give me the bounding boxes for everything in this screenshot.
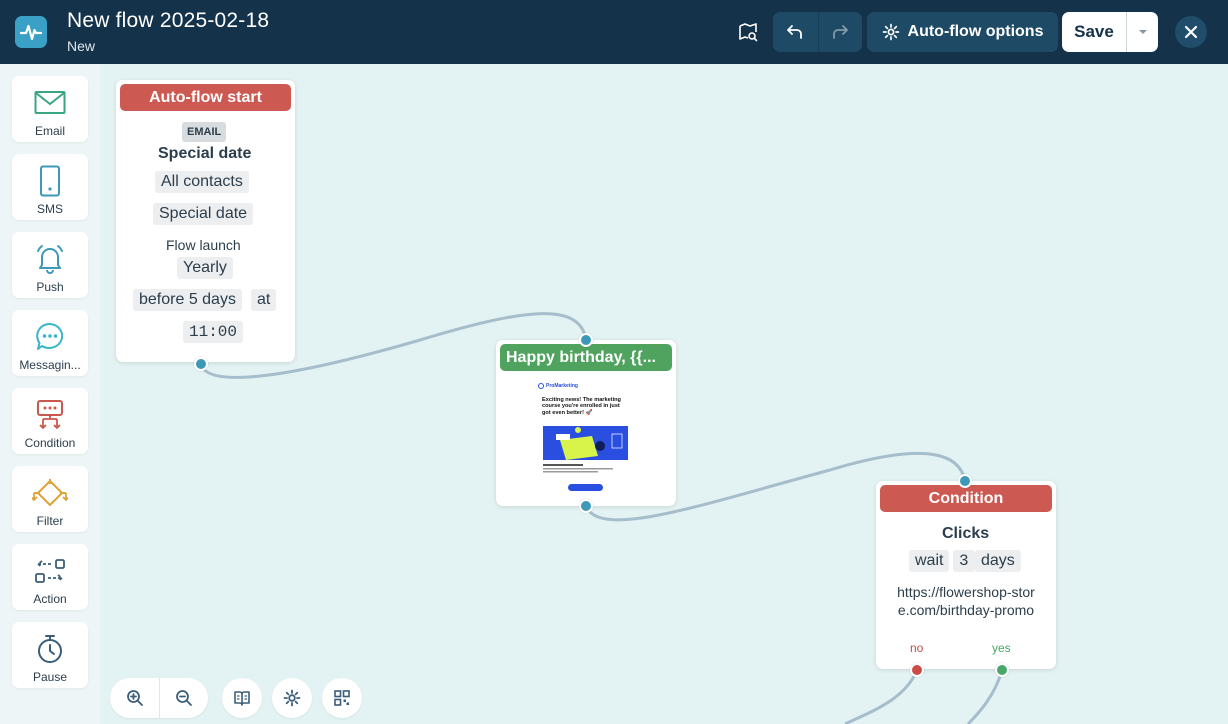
zoom-out-button[interactable] bbox=[159, 678, 208, 718]
palette-action[interactable]: Action bbox=[12, 544, 88, 610]
flow-status: New bbox=[67, 38, 96, 54]
condition-node-header: Condition bbox=[880, 485, 1052, 512]
envelope-icon bbox=[34, 91, 66, 114]
condition-yes-port[interactable] bbox=[995, 663, 1009, 677]
no-branch-label: no bbox=[910, 641, 924, 655]
flow-launch-label: Flow launch bbox=[166, 237, 241, 253]
close-icon bbox=[1184, 25, 1198, 39]
help-guide-button[interactable] bbox=[222, 678, 262, 718]
preview-illustration bbox=[543, 426, 628, 491]
action-icon bbox=[35, 559, 65, 583]
close-button[interactable] bbox=[1175, 16, 1207, 48]
start-node-title: Special date bbox=[158, 145, 252, 162]
palette-action-label: Action bbox=[33, 592, 67, 606]
save-options-dropdown[interactable] bbox=[1126, 12, 1158, 52]
condition-no-port[interactable] bbox=[910, 663, 924, 677]
condition-title: Clicks bbox=[942, 525, 990, 542]
palette-filter[interactable]: Filter bbox=[12, 466, 88, 532]
save-button[interactable]: Save bbox=[1062, 12, 1126, 52]
condition-node[interactable]: Condition bbox=[876, 481, 1056, 669]
canvas-settings-button[interactable] bbox=[272, 678, 312, 718]
element-palette: Email SMS Push Messagin... Condition Fil… bbox=[0, 64, 100, 724]
condition-url: https://flowershop-store.com/birthday-pr… bbox=[897, 584, 1035, 618]
palette-pause-label: Pause bbox=[32, 670, 68, 684]
map-search-button[interactable] bbox=[730, 14, 766, 50]
palette-push-label: Push bbox=[36, 280, 64, 294]
redo-button[interactable] bbox=[817, 12, 863, 52]
start-node-header: Auto-flow start bbox=[120, 84, 291, 111]
zoom-out-icon bbox=[176, 690, 192, 706]
zoom-controls bbox=[110, 678, 208, 718]
connector-condition-yes bbox=[966, 669, 1004, 724]
palette-messaging-label: Messagin... bbox=[19, 358, 81, 372]
email-node-input-port[interactable] bbox=[579, 333, 593, 347]
condition-icon bbox=[37, 400, 63, 429]
trigger-tag: Special date bbox=[153, 203, 254, 225]
palette-sms[interactable]: SMS bbox=[12, 154, 88, 220]
redo-icon bbox=[833, 25, 849, 39]
condition-node-input-port[interactable] bbox=[958, 474, 972, 488]
audience-tag: All contacts bbox=[155, 171, 249, 193]
connector-condition-no bbox=[844, 669, 919, 724]
filter-icon bbox=[32, 479, 68, 506]
auto-flow-options-label: Auto-flow options bbox=[907, 23, 1044, 40]
top-bar: New flow 2025-02-18 New Auto-flow option… bbox=[0, 0, 1228, 64]
zoom-in-icon bbox=[126, 690, 143, 706]
save-button-group: Save bbox=[1062, 12, 1158, 52]
palette-push[interactable]: Push bbox=[12, 232, 88, 298]
email-preview-thumbnail[interactable]: ProMarketing Exciting news! The marketin… bbox=[530, 378, 642, 498]
palette-sms-label: SMS bbox=[36, 202, 63, 216]
wait-label: wait bbox=[909, 550, 950, 572]
palette-filter-label: Filter bbox=[36, 514, 64, 528]
zoom-in-button[interactable] bbox=[110, 678, 159, 718]
palette-pause[interactable]: Pause bbox=[12, 622, 88, 688]
palette-email-label: Email bbox=[34, 124, 65, 138]
palette-messaging[interactable]: Messagin... bbox=[12, 310, 88, 376]
wait-value: 3 bbox=[953, 550, 975, 572]
yes-branch-label: yes bbox=[992, 641, 1011, 655]
offset-tag: before 5 days bbox=[133, 289, 242, 311]
grid-layout-icon bbox=[334, 690, 350, 706]
bell-icon bbox=[37, 245, 63, 274]
chat-bubble-icon bbox=[36, 322, 64, 350]
undo-button[interactable] bbox=[773, 12, 818, 52]
chevron-down-icon bbox=[1138, 30, 1147, 34]
undo-redo-group bbox=[773, 12, 862, 52]
gear-icon bbox=[882, 23, 899, 41]
email-node-header: Happy birthday, {{... bbox=[500, 344, 672, 371]
launch-time: 11:00 bbox=[183, 321, 244, 343]
start-node-output-port[interactable] bbox=[194, 357, 208, 371]
email-node-output-port[interactable] bbox=[579, 499, 593, 513]
frequency-tag: Yearly bbox=[177, 257, 233, 279]
auto-flow-options-button[interactable]: Auto-flow options bbox=[867, 12, 1058, 52]
gear-icon bbox=[283, 689, 301, 707]
book-icon bbox=[234, 691, 250, 706]
days-label: days bbox=[975, 550, 1021, 572]
app-logo-icon[interactable] bbox=[15, 16, 47, 48]
undo-icon bbox=[787, 25, 803, 39]
phone-icon bbox=[40, 165, 60, 197]
palette-condition[interactable]: Condition bbox=[12, 388, 88, 454]
at-label: at bbox=[251, 289, 277, 311]
channel-badge: EMAIL bbox=[182, 122, 227, 142]
map-search-icon bbox=[739, 23, 758, 42]
flow-title[interactable]: New flow 2025-02-18 bbox=[67, 9, 269, 33]
layout-grid-button[interactable] bbox=[322, 678, 362, 718]
palette-condition-label: Condition bbox=[24, 436, 76, 450]
stopwatch-icon bbox=[38, 635, 62, 663]
palette-email[interactable]: Email bbox=[12, 76, 88, 142]
